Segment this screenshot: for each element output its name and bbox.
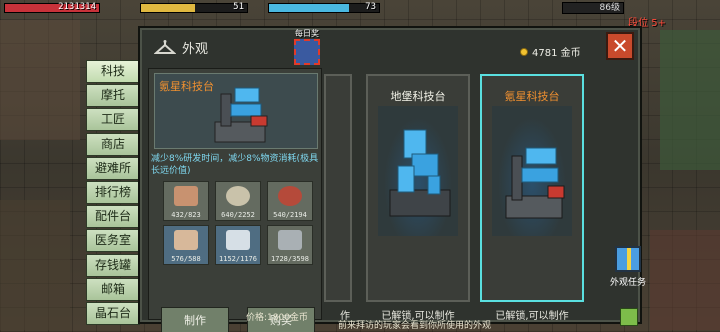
card-name: 氪星科技台 — [504, 90, 560, 103]
detail-card: 氪星科技台 减少8%研发时间，减少8%物资消耗(极具长远价值) 432/823 … — [148, 68, 322, 332]
health-bar: 2131314 — [4, 2, 100, 13]
material-count: 540/2194 — [273, 211, 307, 219]
menu-item-leaderboard[interactable]: 排行榜 — [86, 180, 140, 204]
daily-reward-label: 每日奖 — [295, 29, 319, 38]
material-slot[interactable]: 1728/3598 — [267, 225, 313, 265]
krypton-bench-illustration — [505, 147, 565, 219]
wood-plank-icon — [174, 186, 198, 206]
water-bar: 73 — [268, 2, 380, 13]
material-count: 640/2252 — [221, 211, 255, 219]
panel-header: 外观 — [154, 38, 208, 57]
menu-item-crystal-bench[interactable]: 晶石台 — [86, 301, 140, 325]
materials-grid: 432/823 640/2252 540/2194 576/588 1152/1… — [163, 181, 313, 265]
coin-amount: 4781 金币 — [532, 48, 581, 59]
appearance-card[interactable]: 地堡科技台 已解锁,可以制作 — [366, 74, 470, 322]
player-level: 86级 — [562, 2, 624, 14]
menu-item-shelter[interactable]: 避难所 — [86, 156, 140, 180]
material-slot[interactable]: 1152/1176 — [215, 225, 261, 265]
menu-item-mailbox[interactable]: 邮箱 — [86, 277, 140, 301]
krypton-bench-image — [492, 106, 572, 236]
cardboard-box-icon — [174, 230, 198, 250]
stone-icon — [278, 230, 302, 250]
gift-box-icon — [615, 246, 641, 272]
menu-item-tech[interactable]: 科技 — [86, 60, 140, 83]
menu-item-shop[interactable]: 商店 — [86, 132, 140, 156]
material-slot[interactable]: 540/2194 — [267, 181, 313, 221]
coin-balance: 4781 金币 — [520, 44, 581, 59]
category-menu: 科技 摩托 工匠 商店 避难所 排行榜 配件台 医务室 存钱罐 邮箱 晶石台 — [86, 60, 140, 326]
detail-item-name: 氪星科技台 — [159, 80, 214, 93]
food-value: 51 — [233, 2, 244, 12]
health-value: 2131314 — [58, 2, 96, 12]
menu-item-craftsman[interactable]: 工匠 — [86, 108, 140, 132]
material-count: 1152/1176 — [219, 255, 257, 263]
menu-item-parts-bench[interactable]: 配件台 — [86, 205, 140, 229]
corner-menu-icon[interactable] — [620, 308, 638, 326]
card-status: 已解锁,可以制作 — [495, 311, 569, 322]
close-button[interactable]: ✕ — [606, 32, 634, 60]
wire-icon — [278, 186, 302, 206]
hanger-icon — [154, 39, 176, 54]
menu-item-motorbike[interactable]: 摩托 — [86, 84, 140, 108]
appearance-tasks-button[interactable]: 外观任务 — [606, 246, 650, 288]
craft-button[interactable]: 制作 — [161, 307, 229, 332]
material-slot[interactable]: 432/823 — [163, 181, 209, 221]
bunker-bench-image — [378, 106, 458, 236]
daily-reward[interactable]: 每日奖 — [290, 28, 324, 65]
material-count: 432/823 — [171, 211, 201, 219]
menu-item-piggy-bank[interactable]: 存钱罐 — [86, 253, 140, 277]
bunker-bench-illustration — [389, 129, 451, 217]
cloth-bag-icon — [226, 230, 250, 250]
metal-nut-icon — [226, 186, 250, 206]
footer-note: 前来拜访的玩家会看到你所使用的外观 — [338, 321, 492, 331]
appearance-tasks-label: 外观任务 — [609, 278, 646, 288]
top-hud: 2131314 51 73 86级 段位 5+ — [0, 0, 720, 29]
material-slot[interactable]: 576/588 — [163, 225, 209, 265]
coin-icon — [520, 47, 528, 56]
panel-title: 外观 — [182, 42, 209, 57]
daily-reward-icon — [294, 39, 320, 65]
water-value: 73 — [365, 2, 376, 12]
menu-item-infirmary[interactable]: 医务室 — [86, 229, 140, 253]
food-bar: 51 — [140, 2, 248, 13]
material-slot[interactable]: 640/2252 — [215, 181, 261, 221]
appearance-card[interactable]: 作 — [324, 74, 352, 322]
appearance-panel: 外观 每日奖 4781 金币 ✕ 氪星科技台 减少8%研发时间，减少8%物资消耗… — [138, 26, 642, 332]
detail-description: 减少8%研发时间，减少8%物资消耗(极具长远价值) — [151, 154, 319, 176]
card-name: 地堡科技台 — [390, 90, 446, 103]
price-label: 价格:1800金币 — [246, 313, 308, 323]
material-count: 576/588 — [171, 255, 201, 263]
tech-bench-preview-image: 氪星科技台 — [154, 73, 318, 149]
material-count: 1728/3598 — [271, 255, 309, 263]
appearance-card-selected[interactable]: 氪星科技台 已解锁,可以制作 — [480, 74, 584, 322]
